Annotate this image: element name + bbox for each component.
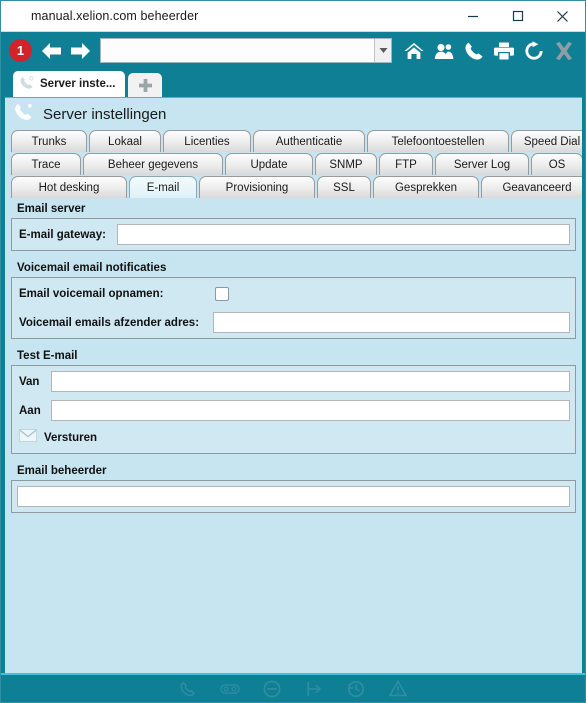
tab-speed-dial[interactable]: Speed Dial [511, 130, 582, 152]
content-pane: Server instellingen Trunks Lokaal Licent… [1, 97, 585, 673]
label-voicemail-sender: Voicemail emails afzender adres: [19, 316, 200, 329]
address-dropdown-icon[interactable] [374, 39, 391, 62]
voicemail-icon[interactable] [220, 679, 240, 699]
panel-voicemail: Email voicemail opnamen: Voicemail email… [11, 277, 576, 339]
phone-tab-icon [19, 75, 35, 94]
tab-trunks[interactable]: Trunks [11, 130, 87, 152]
row-email-admin [17, 485, 570, 508]
tab-licenties[interactable]: Licenties [163, 130, 251, 152]
row-email-gateway: E-mail gateway: [17, 223, 570, 246]
contacts-icon[interactable] [429, 36, 459, 66]
new-tab-button[interactable] [128, 73, 163, 97]
forward-arrow-icon[interactable] [66, 37, 94, 65]
warning-icon[interactable] [388, 679, 408, 699]
page-header: Server instellingen [5, 97, 582, 130]
panel-email-admin [11, 480, 576, 513]
label-test-to: Aan [19, 404, 41, 417]
tab-ftp[interactable]: FTP [379, 153, 433, 175]
phone-icon[interactable] [178, 679, 198, 699]
tab-trace[interactable]: Trace [11, 153, 81, 175]
send-label: Versturen [44, 432, 98, 444]
minimize-button[interactable] [450, 1, 495, 31]
settings-tab-row-1: Trunks Lokaal Licenties Authenticatie Te… [11, 130, 582, 152]
settings-tab-rows: Trunks Lokaal Licenties Authenticatie Te… [5, 130, 582, 199]
browser-tab-strip: Server inste... [1, 69, 585, 97]
notification-badge[interactable]: 1 [9, 39, 32, 62]
input-email-gateway[interactable] [117, 224, 570, 245]
close-button[interactable] [540, 1, 585, 31]
panel-email-server: E-mail gateway: [11, 218, 576, 251]
tab-os[interactable]: OS [531, 153, 582, 175]
label-voicemail-record: Email voicemail opnamen: [19, 287, 164, 300]
section-title-email-server: Email server [17, 203, 86, 215]
do-not-disturb-icon[interactable] [262, 679, 282, 699]
browser-toolbar: 1 [1, 32, 585, 69]
address-input[interactable] [101, 39, 374, 62]
address-bar[interactable] [100, 38, 392, 63]
tab-server-log[interactable]: Server Log [435, 153, 529, 175]
input-test-from[interactable] [51, 371, 570, 392]
app-tab-server-instellingen[interactable]: Server inste... [13, 71, 126, 97]
status-bar [1, 673, 585, 702]
tab-hot-desking[interactable]: Hot desking [11, 176, 127, 198]
app-tab-label: Server inste... [40, 78, 116, 90]
tab-beheer-gegevens[interactable]: Beheer gegevens [83, 153, 223, 175]
section-title-voicemail: Voicemail email notificaties [17, 262, 167, 274]
settings-tab-row-3: Hot desking E-mail Provisioning SSL Gesp… [11, 176, 582, 198]
close-x-icon[interactable] [549, 36, 579, 66]
email-settings-form: Email server E-mail gateway: Voicemail e… [5, 199, 582, 673]
refresh-icon[interactable] [519, 36, 549, 66]
row-test-from: Van [17, 370, 570, 393]
tab-ssl[interactable]: SSL [317, 176, 371, 198]
print-icon[interactable] [489, 36, 519, 66]
application-window: manual.xelion.com beheerder 1 Server ins… [0, 0, 586, 703]
row-voicemail-record: Email voicemail opnamen: [17, 282, 570, 305]
gap-1 [11, 251, 576, 258]
home-icon[interactable] [399, 36, 429, 66]
maximize-button[interactable] [495, 1, 540, 31]
tab-provisioning[interactable]: Provisioning [199, 176, 315, 198]
input-voicemail-sender[interactable] [213, 312, 570, 333]
section-title-test-email: Test E-mail [17, 350, 78, 362]
envelope-icon [19, 429, 37, 447]
checkbox-voicemail-record[interactable] [215, 286, 230, 301]
panel-test-email: Van Aan Versturen [11, 365, 576, 454]
label-test-from: Van [19, 375, 40, 388]
phone-icon[interactable] [459, 36, 489, 66]
page-title: Server instellingen [43, 105, 167, 123]
tab-telefoontoestellen[interactable]: Telefoontoestellen [367, 130, 509, 152]
gap-3 [11, 454, 576, 461]
section-title-email-admin: Email beheerder [17, 465, 107, 477]
tab-gesprekken[interactable]: Gesprekken [373, 176, 479, 198]
send-test-email-button[interactable]: Versturen [17, 427, 570, 449]
title-bar: manual.xelion.com beheerder [1, 1, 585, 32]
row-voicemail-sender: Voicemail emails afzender adres: [17, 311, 570, 334]
input-test-to[interactable] [51, 400, 570, 421]
settings-tab-row-2: Trace Beheer gegevens Update SNMP FTP Se… [11, 153, 582, 175]
history-icon[interactable] [346, 679, 366, 699]
page-phone-icon [13, 101, 35, 128]
tab-geavanceerd[interactable]: Geavanceerd [481, 176, 582, 198]
input-email-admin[interactable] [17, 486, 570, 507]
tab-snmp[interactable]: SNMP [315, 153, 377, 175]
window-title: manual.xelion.com beheerder [31, 9, 199, 23]
gap-2 [11, 339, 576, 346]
forward-call-icon[interactable] [304, 679, 324, 699]
row-test-to: Aan [17, 399, 570, 422]
tab-update[interactable]: Update [225, 153, 313, 175]
tab-authenticatie[interactable]: Authenticatie [253, 130, 365, 152]
tab-lokaal[interactable]: Lokaal [89, 130, 161, 152]
back-arrow-icon[interactable] [38, 37, 66, 65]
label-email-gateway: E-mail gateway: [19, 228, 106, 241]
tab-email[interactable]: E-mail [129, 176, 197, 198]
